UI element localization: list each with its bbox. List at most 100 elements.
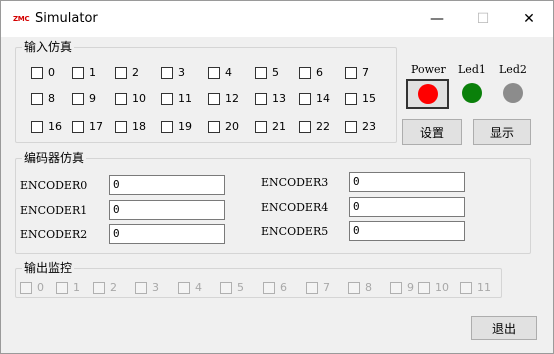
encoder0-input[interactable]: 0: [109, 175, 225, 195]
checkbox-box[interactable]: [208, 93, 220, 105]
title-bar[interactable]: ZMC Simulator — ☐ ✕: [1, 1, 553, 37]
output-checkbox-1: 1: [56, 281, 80, 295]
led2-indicator-icon: [503, 83, 523, 103]
input-checkbox-2[interactable]: 2: [115, 66, 139, 80]
encoder4-input[interactable]: 0: [349, 197, 465, 217]
checkbox-box[interactable]: [161, 67, 173, 79]
checkbox-box[interactable]: [255, 93, 267, 105]
maximize-icon: ☐: [476, 11, 490, 27]
input-checkbox-11[interactable]: 11: [161, 92, 192, 106]
input-checkbox-0[interactable]: 0: [31, 66, 55, 80]
output-checkbox-7: 7: [306, 281, 330, 295]
checkbox-box[interactable]: [31, 93, 43, 105]
checkbox-box: [178, 282, 190, 294]
power-label: Power: [411, 63, 446, 76]
checkbox-label: 17: [89, 120, 103, 133]
output-checkbox-8: 8: [348, 281, 372, 295]
checkbox-box: [390, 282, 402, 294]
checkbox-box[interactable]: [299, 67, 311, 79]
checkbox-label: 9: [89, 92, 96, 105]
input-checkbox-20[interactable]: 20: [208, 120, 239, 134]
input-checkbox-12[interactable]: 12: [208, 92, 239, 106]
checkbox-label: 2: [132, 66, 139, 79]
checkbox-box[interactable]: [208, 67, 220, 79]
checkbox-label: 11: [477, 281, 491, 294]
output-checkbox-11: 11: [460, 281, 491, 295]
input-checkbox-7[interactable]: 7: [345, 66, 369, 80]
input-checkbox-5[interactable]: 5: [255, 66, 279, 80]
checkbox-box[interactable]: [299, 121, 311, 133]
checkbox-label: 1: [73, 281, 80, 294]
input-checkbox-1[interactable]: 1: [72, 66, 96, 80]
input-checkbox-21[interactable]: 21: [255, 120, 286, 134]
input-checkbox-8[interactable]: 8: [31, 92, 55, 106]
checkbox-box[interactable]: [31, 67, 43, 79]
checkbox-box[interactable]: [115, 67, 127, 79]
checkbox-box[interactable]: [115, 93, 127, 105]
checkbox-box: [20, 282, 32, 294]
checkbox-label: 14: [316, 92, 330, 105]
led2-label: Led2: [499, 63, 527, 76]
output-checkbox-10: 10: [418, 281, 449, 295]
checkbox-label: 9: [407, 281, 414, 294]
checkbox-box: [263, 282, 275, 294]
input-checkbox-16[interactable]: 16: [31, 120, 62, 134]
checkbox-label: 18: [132, 120, 146, 133]
encoder-simulation-title: 编码器仿真: [22, 151, 87, 165]
input-checkbox-15[interactable]: 15: [345, 92, 376, 106]
checkbox-box[interactable]: [255, 121, 267, 133]
encoder5-label: ENCODER5: [261, 225, 329, 238]
input-checkbox-14[interactable]: 14: [299, 92, 330, 106]
output-checkbox-3: 3: [135, 281, 159, 295]
input-checkbox-3[interactable]: 3: [161, 66, 185, 80]
checkbox-box[interactable]: [345, 121, 357, 133]
power-button[interactable]: [406, 79, 449, 109]
checkbox-box[interactable]: [72, 67, 84, 79]
encoder2-input[interactable]: 0: [109, 224, 225, 244]
input-checkbox-18[interactable]: 18: [115, 120, 146, 134]
checkbox-label: 19: [178, 120, 192, 133]
app-logo-icon: ZMC: [13, 15, 30, 23]
checkbox-box[interactable]: [161, 121, 173, 133]
input-checkbox-9[interactable]: 9: [72, 92, 96, 106]
encoder3-label: ENCODER3: [261, 176, 329, 189]
settings-button[interactable]: 设置: [402, 119, 462, 145]
checkbox-label: 4: [225, 66, 232, 79]
checkbox-box: [418, 282, 430, 294]
input-checkbox-19[interactable]: 19: [161, 120, 192, 134]
checkbox-box[interactable]: [115, 121, 127, 133]
checkbox-label: 6: [316, 66, 323, 79]
input-checkbox-10[interactable]: 10: [115, 92, 146, 106]
input-simulation-title: 输入仿真: [22, 40, 75, 54]
display-button[interactable]: 显示: [473, 119, 531, 145]
input-checkbox-17[interactable]: 17: [72, 120, 103, 134]
input-checkbox-13[interactable]: 13: [255, 92, 286, 106]
checkbox-box[interactable]: [345, 93, 357, 105]
checkbox-box[interactable]: [31, 121, 43, 133]
input-checkbox-23[interactable]: 23: [345, 120, 376, 134]
checkbox-label: 7: [323, 281, 330, 294]
exit-button[interactable]: 退出: [471, 316, 537, 340]
checkbox-label: 8: [48, 92, 55, 105]
close-button[interactable]: ✕: [506, 1, 552, 37]
maximize-button[interactable]: ☐: [460, 1, 506, 37]
checkbox-box[interactable]: [208, 121, 220, 133]
encoder5-input[interactable]: 0: [349, 221, 465, 241]
checkbox-box[interactable]: [255, 67, 267, 79]
encoder1-input[interactable]: 0: [109, 200, 225, 220]
checkbox-label: 7: [362, 66, 369, 79]
checkbox-box[interactable]: [299, 93, 311, 105]
checkbox-box: [348, 282, 360, 294]
checkbox-box: [460, 282, 472, 294]
input-checkbox-22[interactable]: 22: [299, 120, 330, 134]
checkbox-box[interactable]: [72, 93, 84, 105]
checkbox-box[interactable]: [72, 121, 84, 133]
output-checkbox-4: 4: [178, 281, 202, 295]
output-checkbox-0: 0: [20, 281, 44, 295]
input-checkbox-6[interactable]: 6: [299, 66, 323, 80]
checkbox-box[interactable]: [161, 93, 173, 105]
input-checkbox-4[interactable]: 4: [208, 66, 232, 80]
encoder3-input[interactable]: 0: [349, 172, 465, 192]
minimize-button[interactable]: —: [414, 1, 460, 37]
checkbox-box[interactable]: [345, 67, 357, 79]
